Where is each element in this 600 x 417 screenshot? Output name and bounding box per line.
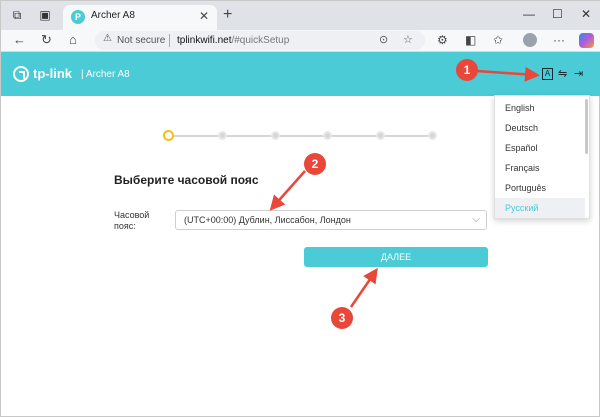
progress-line bbox=[169, 135, 432, 137]
url-path: /#quickSetup bbox=[231, 35, 290, 46]
language-option-espanol[interactable]: Español bbox=[495, 138, 585, 158]
annotation-badge-1: 1 bbox=[456, 59, 478, 81]
more-tools-icon[interactable]: ⊙ bbox=[379, 33, 388, 46]
menu-dots-icon[interactable]: ··· bbox=[553, 33, 565, 47]
brand-logo-text: tp-link bbox=[33, 66, 72, 81]
timezone-label: Часовой пояс: bbox=[114, 210, 150, 231]
favorite-star-icon[interactable]: ☆ bbox=[403, 33, 413, 46]
timezone-select[interactable]: (UTC+00:00) Дублин, Лиссабон, Лондон ⌵ bbox=[175, 210, 487, 230]
switch-mode-icon[interactable]: ⇋ bbox=[558, 68, 567, 80]
annotation-badge-3: 3 bbox=[331, 307, 353, 329]
address-bar[interactable]: ⚠ Not secure tplinkwifi.net/#quickSetup … bbox=[95, 31, 425, 50]
step-dot-3 bbox=[271, 131, 280, 140]
language-option-francais[interactable]: Français bbox=[495, 158, 585, 178]
language-dropdown: English Deutsch Español Français Portugu… bbox=[494, 95, 590, 219]
tab-strip: ⧉ ▣ P Archer A8 ✕ + — ☐ ✕ bbox=[1, 1, 600, 30]
tplink-favicon-icon: P bbox=[71, 10, 85, 24]
language-option-deutsch[interactable]: Deutsch bbox=[495, 118, 585, 138]
copilot-icon[interactable] bbox=[579, 33, 594, 48]
arrow-2 bbox=[269, 170, 306, 211]
step-dot-2 bbox=[218, 131, 227, 140]
home-icon[interactable]: ⌂ bbox=[69, 32, 77, 47]
dropdown-scrollbar[interactable] bbox=[585, 99, 588, 154]
language-option-russian[interactable]: Русский bbox=[495, 198, 585, 218]
logout-icon[interactable]: ⇥ bbox=[574, 68, 583, 80]
split-screen-icon[interactable]: ◧ bbox=[465, 33, 476, 47]
language-option-portugues[interactable]: Português bbox=[495, 178, 585, 198]
tab-actions-icon[interactable]: ▣ bbox=[37, 7, 53, 23]
workspaces-icon[interactable]: ⧉ bbox=[9, 7, 25, 23]
url-host: tplinkwifi.net bbox=[177, 35, 232, 46]
minimize-icon[interactable]: — bbox=[523, 7, 535, 21]
warning-icon[interactable]: ⚠ bbox=[103, 33, 112, 44]
annotation-badge-2: 2 bbox=[304, 153, 326, 175]
router-header: tp-link | Archer A8 A ⇋ ⇥ bbox=[1, 52, 600, 96]
step-dot-4 bbox=[323, 131, 332, 140]
timezone-value: (UTC+00:00) Дублин, Лиссабон, Лондон bbox=[184, 215, 351, 225]
step-dot-1 bbox=[163, 130, 174, 141]
favorites-icon[interactable]: ✩ bbox=[493, 33, 503, 47]
tab-title: Archer A8 bbox=[91, 10, 135, 21]
next-button[interactable]: ДАЛЕЕ bbox=[304, 247, 488, 267]
maximize-icon[interactable]: ☐ bbox=[552, 7, 563, 21]
profile-avatar[interactable] bbox=[523, 33, 537, 47]
page-title: Выберите часовой пояс bbox=[114, 173, 259, 187]
browser-window: ⧉ ▣ P Archer A8 ✕ + — ☐ ✕ ← ↻ ⌂ ⚠ Not se… bbox=[0, 0, 600, 417]
address-bar-row: ← ↻ ⌂ ⚠ Not secure tplinkwifi.net/#quick… bbox=[1, 30, 600, 52]
language-option-english[interactable]: English bbox=[495, 98, 585, 118]
arrow-3 bbox=[349, 267, 378, 308]
step-dot-5 bbox=[376, 131, 385, 140]
step-dot-6 bbox=[428, 131, 437, 140]
close-window-icon[interactable]: ✕ bbox=[581, 7, 591, 21]
tplink-logo-icon bbox=[13, 66, 29, 82]
browser-tab[interactable]: P Archer A8 ✕ bbox=[63, 5, 217, 30]
close-tab-icon[interactable]: ✕ bbox=[199, 9, 209, 23]
address-separator bbox=[169, 34, 170, 47]
language-icon[interactable]: A bbox=[542, 68, 553, 80]
back-icon[interactable]: ← bbox=[13, 32, 26, 47]
new-tab-button[interactable]: + bbox=[223, 6, 232, 24]
url-text[interactable]: tplinkwifi.net/#quickSetup bbox=[177, 35, 289, 46]
model-name: | Archer A8 bbox=[81, 69, 130, 80]
refresh-icon[interactable]: ↻ bbox=[41, 32, 52, 48]
not-secure-label[interactable]: Not secure bbox=[117, 35, 165, 46]
chevron-down-icon: ⌵ bbox=[472, 214, 480, 225]
extensions-icon[interactable]: ⚙ bbox=[437, 33, 448, 47]
